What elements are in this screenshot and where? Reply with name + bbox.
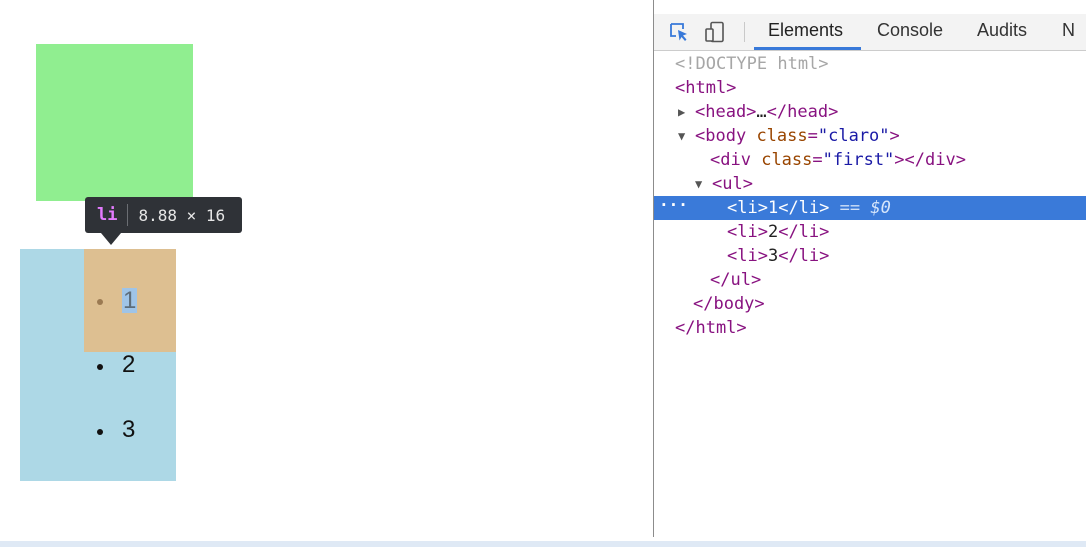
tooltip-divider [127,204,129,226]
dom-node-ul[interactable]: ▼ <ul> [654,172,1086,196]
li-open-tag: <li> [727,222,768,242]
active-tab-indicator [754,47,861,50]
page-viewport: 1 2 3 li 8.88 × 16 [0,0,653,547]
dom-node-li[interactable]: <li>3</li> [654,244,1086,268]
body-attr-eq: = [807,126,818,146]
dom-node-ul-close[interactable]: </ul> [654,268,1086,292]
body-close-tag: </body> [693,294,765,314]
dom-node-html[interactable]: <html> [654,76,1086,100]
div-attr-eq: = [812,150,823,170]
first-div [36,44,193,201]
inspect-tooltip: li 8.88 × 16 [85,197,242,233]
toolbar-separator [744,22,745,42]
ul-open-tag: <ul> [712,174,753,194]
tab-audits[interactable]: Audits [977,20,1027,41]
collapse-triangle-icon[interactable]: ▼ [695,172,702,196]
list-item: 3 [122,416,136,443]
list-bullet [97,299,103,305]
div-attr-name: class [761,150,813,170]
dom-node-body[interactable]: ▼ <body class="claro"> [654,124,1086,148]
dom-node-li-selected[interactable]: ··· <li>1</li> == $0 [654,193,1086,220]
tooltip-dimensions: 8.88 × 16 [138,205,226,225]
tab-console[interactable]: Console [877,20,943,41]
div-open-tag: <div [710,150,751,170]
tooltip-tag: li [97,205,118,225]
devtools-panel: Elements Console Audits N <!DOCTYPE html… [653,0,1086,537]
body-attr-name: class [756,126,808,146]
body-attr-value: "claro" [817,126,890,146]
li-close-tag: </li> [778,222,830,242]
dom-node-li[interactable]: <li>2</li> [654,220,1086,244]
dom-node-head[interactable]: ▶ <head>…</head> [654,100,1086,124]
li-open-tag: <li> [727,246,768,266]
expand-triangle-icon[interactable]: ▶ [678,100,685,124]
bottom-border [0,541,1086,547]
dom-node-div-first[interactable]: <div class="first"></div> [654,148,1086,172]
body-open-end: > [889,126,900,146]
console-ref-var: $0 [870,198,891,218]
li-close-tag: </li> [778,246,830,266]
dom-node-doctype[interactable]: <!DOCTYPE html> [654,52,1086,76]
head-open-tag: <head> [695,102,757,122]
li-close-tag: </li> [778,198,830,218]
head-collapsed-ellipsis: … [756,102,767,122]
div-attr-value: "first" [822,150,895,170]
device-toolbar-icon[interactable] [704,21,726,43]
tooltip-arrow [101,233,121,245]
head-close-tag: </head> [766,102,839,122]
li-text: 3 [767,246,779,266]
doctype-text: <!DOCTYPE html> [675,54,829,74]
list-item: 1 [123,287,137,314]
list-bullet [97,429,103,435]
body-open-tag: <body [695,126,747,146]
more-options-icon[interactable]: ··· [659,193,688,217]
inspect-element-icon[interactable] [668,21,690,43]
li-open-tag: <li> [727,198,768,218]
dom-node-body-close[interactable]: </body> [654,292,1086,316]
tab-elements[interactable]: Elements [768,20,843,41]
devtools-toolbar: Elements Console Audits N [654,14,1086,51]
ul-close-tag: </ul> [710,270,762,290]
li-text: 2 [767,222,779,242]
li-text: 1 [767,198,779,218]
tab-network[interactable]: N [1062,20,1075,41]
dom-node-html-close[interactable]: </html> [654,316,1086,340]
collapse-triangle-icon[interactable]: ▼ [678,124,685,148]
html-close-tag: </html> [675,318,747,338]
console-ref-eq: == [839,198,861,218]
list-item: 2 [122,351,136,378]
html-open-tag: <html> [675,78,737,98]
list-bullet [97,364,103,370]
div-close-tag: ></div> [894,150,966,170]
